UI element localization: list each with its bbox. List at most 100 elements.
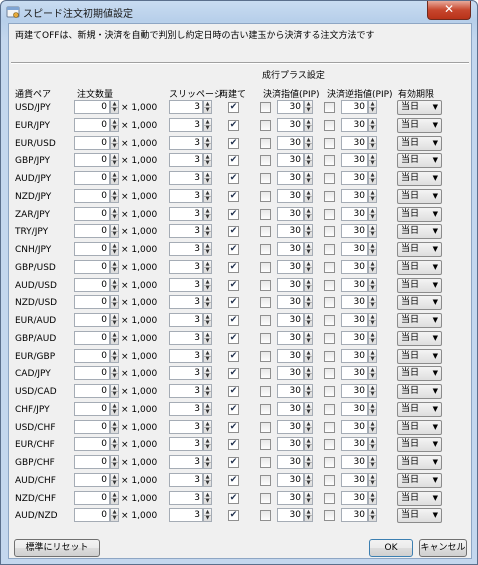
stop-checkbox[interactable] — [324, 332, 335, 344]
spin-down-icon[interactable]: ▼ — [111, 427, 118, 433]
spin-down-icon[interactable]: ▼ — [369, 214, 376, 220]
slippage-input[interactable]: 3 — [169, 206, 203, 221]
spin-down-icon[interactable]: ▼ — [369, 498, 376, 504]
spin-down-icon[interactable]: ▼ — [369, 249, 376, 255]
stop-pips-input[interactable]: 30 — [341, 100, 368, 114]
limit-pips-input[interactable]: 30 — [277, 490, 304, 505]
stop-checkbox[interactable] — [324, 421, 335, 433]
slippage-input[interactable]: 3 — [169, 455, 203, 469]
quantity-input[interactable]: 0 — [74, 330, 110, 345]
expiry-select[interactable]: 当日 ▼ — [397, 171, 442, 186]
limit-pips-input[interactable]: 30 — [277, 437, 304, 452]
spin-buttons[interactable]: ▲ ▼ — [304, 242, 313, 256]
quantity-input[interactable]: 0 — [74, 188, 110, 203]
slippage-input[interactable]: 3 — [169, 135, 203, 150]
spin-buttons[interactable]: ▲ ▼ — [110, 295, 119, 310]
reset-button[interactable]: 標準にリセット — [14, 539, 100, 557]
hedge-checkbox[interactable]: ✔ — [228, 137, 239, 149]
limit-pips-input[interactable]: 30 — [277, 242, 304, 256]
spin-buttons[interactable]: ▲ ▼ — [203, 259, 212, 274]
hedge-checkbox[interactable]: ✔ — [228, 350, 239, 362]
spin-buttons[interactable]: ▲ ▼ — [203, 472, 212, 487]
limit-pips-input[interactable]: 30 — [277, 153, 304, 168]
spin-buttons[interactable]: ▲ ▼ — [368, 472, 377, 487]
limit-checkbox[interactable] — [260, 350, 271, 362]
spin-buttons[interactable]: ▲ ▼ — [203, 455, 212, 469]
quantity-input[interactable]: 0 — [74, 313, 110, 327]
spin-down-icon[interactable]: ▼ — [111, 391, 118, 397]
limit-pips-input[interactable]: 30 — [277, 348, 304, 363]
hedge-checkbox[interactable]: ✔ — [228, 439, 239, 451]
slippage-input[interactable]: 3 — [169, 401, 203, 416]
quantity-input[interactable]: 0 — [74, 277, 110, 292]
spin-buttons[interactable]: ▲ ▼ — [368, 100, 377, 114]
expiry-select[interactable]: 当日 ▼ — [397, 117, 442, 133]
spin-down-icon[interactable]: ▼ — [111, 409, 118, 415]
spin-buttons[interactable]: ▲ ▼ — [368, 135, 377, 150]
spin-buttons[interactable]: ▲ ▼ — [368, 188, 377, 203]
spin-down-icon[interactable]: ▼ — [204, 125, 211, 131]
slippage-input[interactable]: 3 — [169, 242, 203, 256]
limit-pips-input[interactable]: 30 — [277, 384, 304, 398]
hedge-checkbox[interactable]: ✔ — [228, 279, 239, 291]
expiry-select[interactable]: 当日 ▼ — [397, 295, 442, 311]
spin-down-icon[interactable]: ▼ — [305, 338, 312, 344]
quantity-input[interactable]: 0 — [74, 348, 110, 363]
spin-buttons[interactable]: ▲ ▼ — [304, 455, 313, 469]
limit-checkbox[interactable] — [260, 297, 271, 309]
limit-pips-input[interactable]: 30 — [277, 313, 304, 327]
spin-down-icon[interactable]: ▼ — [305, 409, 312, 415]
hedge-checkbox[interactable]: ✔ — [228, 510, 239, 522]
spin-down-icon[interactable]: ▼ — [369, 462, 376, 468]
limit-checkbox[interactable] — [260, 190, 271, 202]
limit-checkbox[interactable] — [260, 457, 271, 468]
spin-buttons[interactable]: ▲ ▼ — [368, 117, 377, 132]
stop-pips-input[interactable]: 30 — [341, 366, 368, 381]
hedge-checkbox[interactable]: ✔ — [228, 403, 239, 415]
spin-buttons[interactable]: ▲ ▼ — [203, 330, 212, 345]
slippage-input[interactable]: 3 — [169, 508, 203, 523]
expiry-select[interactable]: 当日 ▼ — [397, 490, 442, 506]
expiry-select[interactable]: 当日 ▼ — [397, 472, 442, 488]
spin-buttons[interactable]: ▲ ▼ — [304, 490, 313, 505]
spin-buttons[interactable]: ▲ ▼ — [368, 401, 377, 416]
spin-down-icon[interactable]: ▼ — [111, 125, 118, 131]
hedge-checkbox[interactable]: ✔ — [228, 492, 239, 504]
spin-down-icon[interactable]: ▼ — [204, 143, 211, 149]
slippage-input[interactable]: 3 — [169, 277, 203, 292]
slippage-input[interactable]: 3 — [169, 348, 203, 363]
spin-buttons[interactable]: ▲ ▼ — [368, 295, 377, 310]
limit-checkbox[interactable] — [260, 386, 271, 397]
stop-checkbox[interactable] — [324, 386, 335, 397]
spin-buttons[interactable]: ▲ ▼ — [203, 188, 212, 203]
stop-checkbox[interactable] — [324, 315, 335, 326]
expiry-select[interactable]: 当日 ▼ — [397, 455, 442, 470]
spin-down-icon[interactable]: ▼ — [305, 231, 312, 237]
quantity-input[interactable]: 0 — [74, 153, 110, 168]
spin-down-icon[interactable]: ▼ — [305, 356, 312, 362]
spin-buttons[interactable]: ▲ ▼ — [368, 242, 377, 256]
hedge-checkbox[interactable]: ✔ — [228, 474, 239, 486]
spin-down-icon[interactable]: ▼ — [369, 285, 376, 291]
limit-pips-input[interactable]: 30 — [277, 259, 304, 274]
spin-buttons[interactable]: ▲ ▼ — [110, 437, 119, 452]
stop-pips-input[interactable]: 30 — [341, 259, 368, 274]
quantity-input[interactable]: 0 — [74, 366, 110, 381]
spin-down-icon[interactable]: ▼ — [369, 196, 376, 202]
spin-down-icon[interactable]: ▼ — [111, 107, 118, 113]
spin-down-icon[interactable]: ▼ — [111, 480, 118, 486]
spin-buttons[interactable]: ▲ ▼ — [203, 206, 212, 221]
spin-down-icon[interactable]: ▼ — [305, 160, 312, 166]
slippage-input[interactable]: 3 — [169, 384, 203, 398]
hedge-checkbox[interactable]: ✔ — [228, 190, 239, 202]
spin-buttons[interactable]: ▲ ▼ — [304, 295, 313, 310]
slippage-input[interactable]: 3 — [169, 117, 203, 132]
spin-down-icon[interactable]: ▼ — [111, 338, 118, 344]
spin-down-icon[interactable]: ▼ — [111, 302, 118, 308]
spin-buttons[interactable]: ▲ ▼ — [110, 188, 119, 203]
spin-buttons[interactable]: ▲ ▼ — [368, 206, 377, 221]
quantity-input[interactable]: 0 — [74, 472, 110, 487]
spin-buttons[interactable]: ▲ ▼ — [304, 366, 313, 381]
spin-buttons[interactable]: ▲ ▼ — [110, 242, 119, 256]
stop-pips-input[interactable]: 30 — [341, 117, 368, 132]
